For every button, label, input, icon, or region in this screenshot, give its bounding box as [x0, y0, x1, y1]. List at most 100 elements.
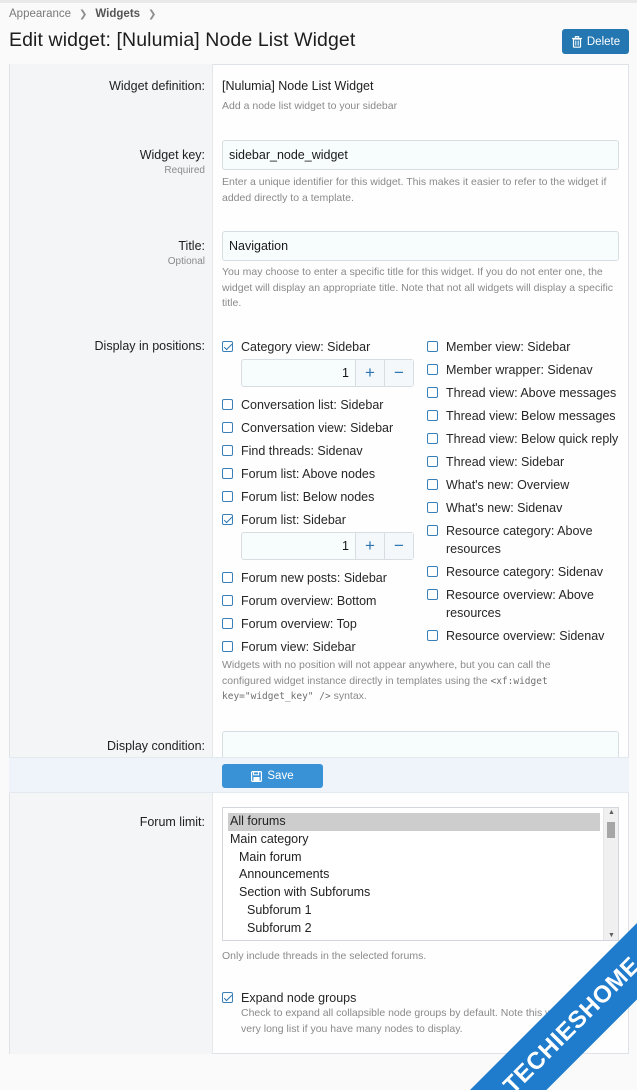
position-label-text: Thread view: Below messages — [446, 409, 616, 423]
position-option-forum-view-sidebar[interactable]: Forum view: Sidebar — [222, 638, 356, 656]
display-order-value[interactable]: 1 — [242, 360, 355, 386]
position-checkbox[interactable] — [222, 572, 233, 583]
position-option-forum-overview-bottom[interactable]: Forum overview: Bottom — [222, 592, 376, 610]
save-button[interactable]: Save — [222, 764, 323, 788]
expand-node-groups-option[interactable]: Expand node groups — [222, 989, 356, 1007]
position-label: Thread view: Sidebar — [446, 453, 564, 471]
minus-icon[interactable]: − — [384, 533, 413, 559]
widget-key-input[interactable]: sidebar_node_widget — [222, 140, 619, 170]
position-option-category-view-sidebar[interactable]: Category view: Sidebar — [222, 338, 370, 356]
position-label: Conversation view: Sidebar — [241, 419, 393, 437]
position-option-resource-overview-above-resources[interactable]: Resource overview: Above resources — [427, 586, 594, 622]
forum-limit-scrollbar[interactable]: ▲ ▼ — [603, 808, 618, 940]
widget-definition-explain: Add a node list widget to your sidebar — [222, 100, 398, 112]
position-option-resource-overview-sidenav[interactable]: Resource overview: Sidenav — [427, 627, 604, 645]
position-option-forum-overview-top[interactable]: Forum overview: Top — [222, 615, 357, 633]
widget-definition-value: [Nulumia] Node List Widget — [222, 79, 374, 93]
position-option-thread-view-below-quick-reply[interactable]: Thread view: Below quick reply — [427, 430, 618, 448]
position-label: Thread view: Below quick reply — [446, 430, 618, 448]
position-option-conversation-view-sidebar[interactable]: Conversation view: Sidebar — [222, 419, 393, 437]
display-order-value[interactable]: 1 — [242, 533, 355, 559]
position-checkbox[interactable] — [427, 630, 438, 641]
forum-option-all-forums[interactable]: All forums — [228, 813, 600, 831]
breadcrumb-widgets[interactable]: Widgets — [95, 8, 140, 20]
minus-icon[interactable]: − — [384, 360, 413, 386]
forum-limit-select[interactable]: All forums Main category Main forum Announc… — [222, 807, 619, 941]
position-option-what-s-new-overview[interactable]: What's new: Overview — [427, 476, 569, 494]
save-label: Save — [267, 770, 294, 782]
position-option-forum-list-above-nodes[interactable]: Forum list: Above nodes — [222, 465, 375, 483]
positions-explain-suffix: syntax. — [330, 690, 367, 702]
position-label-text: Conversation view: Sidebar — [241, 421, 394, 435]
display-order-stepper[interactable]: 1 + − — [241, 532, 414, 560]
expand-node-groups-explain: Check to expand all collapsible node gro… — [241, 1007, 610, 1035]
position-checkbox[interactable] — [222, 618, 233, 629]
top-border — [0, 0, 637, 3]
forum-option-subforum-1[interactable]: Subforum 1 — [228, 902, 600, 920]
position-checkbox[interactable] — [427, 456, 438, 467]
position-checkbox[interactable] — [427, 410, 438, 421]
chevron-right-icon: ❯ — [79, 8, 88, 20]
position-option-member-wrapper-sidenav[interactable]: Member wrapper: Sidenav — [427, 361, 593, 379]
position-label-text: Resource category: Above — [446, 524, 593, 538]
position-checkbox[interactable] — [427, 387, 438, 398]
position-option-thread-view-sidebar[interactable]: Thread view: Sidebar — [427, 453, 564, 471]
page-title: Edit widget: [Nulumia] Node List Widget — [9, 29, 356, 51]
position-option-conversation-list-sidebar[interactable]: Conversation list: Sidebar — [222, 396, 383, 414]
position-option-forum-list-below-nodes[interactable]: Forum list: Below nodes — [222, 488, 374, 506]
title-input[interactable]: Navigation — [222, 231, 619, 261]
position-checkbox[interactable] — [427, 341, 438, 352]
position-checkbox[interactable] — [222, 399, 233, 410]
position-checkbox[interactable] — [427, 433, 438, 444]
title-label-text: Title: — [178, 239, 205, 253]
position-option-member-view-sidebar[interactable]: Member view: Sidebar — [427, 338, 570, 356]
positions-label: Display in positions: — [94, 339, 205, 353]
forum-option-section-with-subforums[interactable]: Section with Subforums — [228, 884, 600, 902]
position-checkbox[interactable] — [222, 514, 233, 525]
position-checkbox[interactable] — [427, 566, 438, 577]
position-checkbox[interactable] — [222, 341, 233, 352]
position-checkbox[interactable] — [427, 502, 438, 513]
position-label-text: What's new: Overview — [446, 478, 570, 492]
position-option-resource-category-above-resources[interactable]: Resource category: Above resources — [427, 522, 593, 558]
breadcrumb: Appearance ❯ Widgets ❯ — [9, 8, 164, 20]
plus-icon[interactable]: + — [355, 360, 384, 386]
chevron-right-icon: ❯ — [148, 8, 157, 20]
position-checkbox[interactable] — [427, 479, 438, 490]
display-condition-input[interactable] — [222, 731, 619, 759]
scroll-thumb[interactable] — [607, 822, 615, 838]
position-label: Resource overview: Sidenav — [446, 627, 604, 645]
position-option-thread-view-above-messages[interactable]: Thread view: Above messages — [427, 384, 616, 402]
position-checkbox[interactable] — [222, 468, 233, 479]
position-option-find-threads-sidenav[interactable]: Find threads: Sidenav — [222, 442, 363, 460]
forum-option-subforum-2[interactable]: Subforum 2 — [228, 920, 600, 938]
positions-explain: Widgets with no position will not appear… — [222, 658, 582, 705]
position-checkbox[interactable] — [222, 445, 233, 456]
position-checkbox[interactable] — [222, 422, 233, 433]
position-option-thread-view-below-messages[interactable]: Thread view: Below messages — [427, 407, 616, 425]
forum-option-main-forum[interactable]: Main forum — [228, 849, 600, 867]
position-checkbox[interactable] — [427, 364, 438, 375]
scroll-down-icon[interactable]: ▼ — [604, 932, 618, 939]
position-checkbox[interactable] — [222, 595, 233, 606]
plus-icon[interactable]: + — [355, 533, 384, 559]
position-option-forum-list-sidebar[interactable]: Forum list: Sidebar — [222, 511, 346, 529]
position-option-forum-new-posts-sidebar[interactable]: Forum new posts: Sidebar — [222, 569, 387, 587]
position-label: Conversation list: Sidebar — [241, 396, 383, 414]
forum-option-main-category[interactable]: Main category — [228, 831, 600, 849]
position-option-what-s-new-sidenav[interactable]: What's new: Sidenav — [427, 499, 562, 517]
optional-hint: Optional — [167, 256, 205, 267]
position-option-resource-category-sidenav[interactable]: Resource category: Sidenav — [427, 563, 603, 581]
forum-option-announcements[interactable]: Announcements — [228, 866, 600, 884]
widget-key-label: Widget key: Required — [140, 148, 205, 176]
expand-node-groups-checkbox[interactable] — [222, 992, 233, 1003]
breadcrumb-appearance[interactable]: Appearance — [9, 8, 71, 20]
display-order-stepper[interactable]: 1 + − — [241, 359, 414, 387]
delete-button[interactable]: Delete — [562, 29, 629, 54]
scroll-up-icon[interactable]: ▲ — [604, 809, 618, 816]
position-checkbox[interactable] — [222, 491, 233, 502]
position-checkbox[interactable] — [427, 589, 438, 600]
position-label: What's new: Sidenav — [446, 499, 562, 517]
position-checkbox[interactable] — [222, 641, 233, 652]
position-checkbox[interactable] — [427, 525, 438, 536]
